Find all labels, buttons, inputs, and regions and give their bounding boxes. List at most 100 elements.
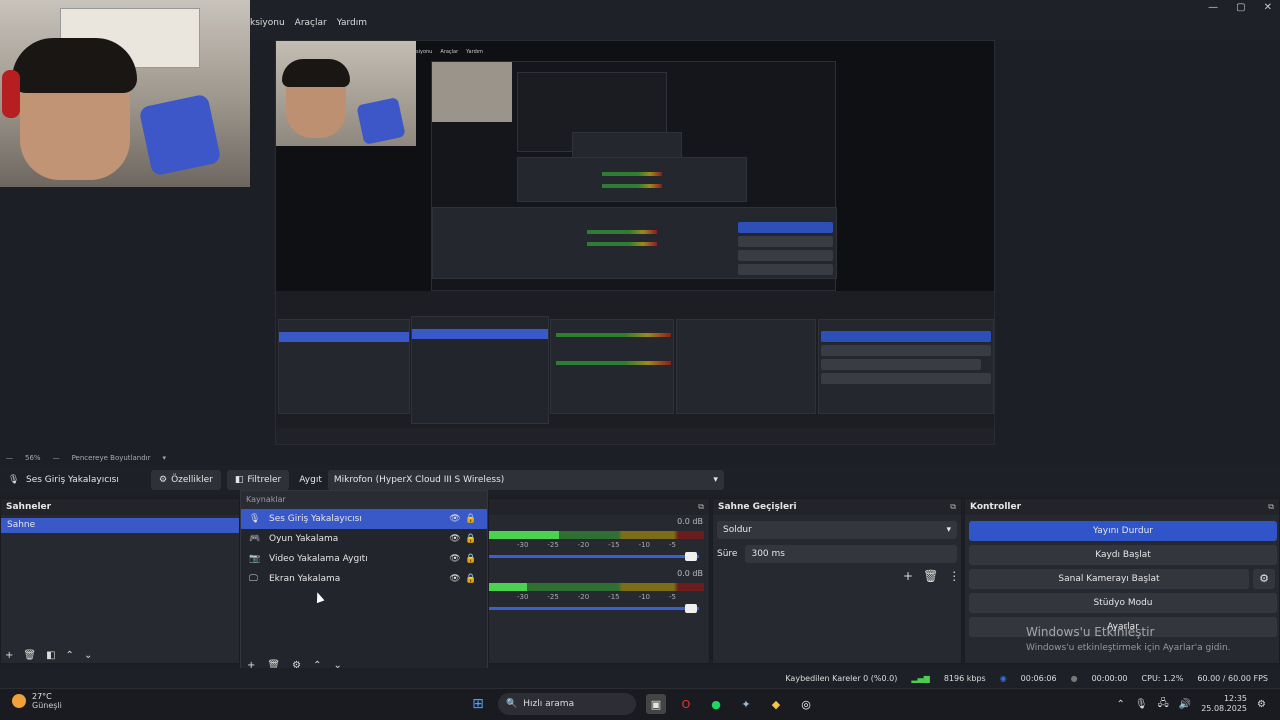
- popout-icon[interactable]: ⧉: [950, 502, 956, 512]
- trash-icon[interactable]: 🗑: [923, 569, 938, 583]
- taskbar-apps: ⊞ 🔍 Hızlı arama ▣ O ● ✦ ◆ ◎: [468, 693, 816, 715]
- more-icon[interactable]: ⋮: [948, 569, 960, 583]
- device-select[interactable]: Mikrofon (HyperX Cloud III S Wireless) ▾: [327, 470, 724, 490]
- preview-zoom-row: — 56% — Pencereye Boyutlandır ▾: [0, 452, 1280, 464]
- scenes-toolbar: + 🗑 ◧ ⌃ ⌄: [5, 650, 92, 661]
- lock-icon[interactable]: 🔒: [463, 554, 479, 564]
- scenes-dock: Sahneler Sahne + 🗑 ◧ ⌃ ⌄: [0, 498, 240, 664]
- windows-start-icon[interactable]: ⊞: [468, 694, 488, 714]
- gamepad-icon: 🎮: [249, 534, 261, 544]
- spotify-icon[interactable]: ●: [706, 694, 726, 714]
- properties-button[interactable]: ⚙ Özellikler: [151, 470, 221, 490]
- duration-label: Süre: [717, 549, 738, 559]
- source-item[interactable]: 🎮 Oyun Yakalama 👁 🔒: [241, 529, 487, 549]
- lock-icon[interactable]: 🔒: [463, 514, 479, 524]
- source-toolbar: 🎙 Ses Giriş Yakalayıcısı ⚙ Özellikler ◧ …: [0, 466, 1280, 494]
- transitions-dock: Sahne Geçişleri ⧉ Soldur ▾ Süre 300 ms +…: [712, 498, 962, 664]
- speaker-icon[interactable]: 🔊: [1179, 699, 1191, 710]
- menu-item-tools[interactable]: Araçlar: [295, 18, 327, 28]
- volume-meter: [489, 583, 704, 591]
- bitrate: 8196 kbps: [943, 673, 986, 683]
- temperature: 27°C: [32, 692, 52, 701]
- studio-mode-button[interactable]: Stüdyo Modu: [969, 593, 1277, 613]
- app-icon[interactable]: ◆: [766, 694, 786, 714]
- source-item[interactable]: 📷 Video Yakalama Aygıtı 👁 🔒: [241, 549, 487, 569]
- zoom-dash: —: [6, 454, 13, 462]
- lock-icon[interactable]: 🔒: [463, 534, 479, 544]
- settings-icon[interactable]: ⚙: [1257, 699, 1266, 710]
- filters-button[interactable]: ◧ Filtreler: [226, 470, 290, 490]
- arrow-up-icon[interactable]: ⌃: [66, 650, 74, 661]
- add-icon[interactable]: +: [903, 569, 913, 583]
- activation-watermark-subtitle: Windows'u etkinleştirmek için Ayarlar'a …: [1026, 643, 1231, 653]
- eye-icon[interactable]: 👁: [447, 534, 463, 544]
- chevron-up-icon[interactable]: ⌃: [1117, 699, 1125, 710]
- inner-taskbar: [276, 428, 994, 444]
- microphone-icon: 🎙: [8, 475, 20, 485]
- volume-slider[interactable]: [489, 552, 699, 561]
- inner-obs-window: [276, 291, 994, 444]
- steam-icon[interactable]: ✦: [736, 694, 756, 714]
- popout-icon[interactable]: ⧉: [1268, 502, 1274, 512]
- controls-dock: Kontroller ⧉ Yayını Durdur Kaydı Başlat …: [964, 498, 1280, 664]
- cpu-usage: CPU: 1.2%: [1141, 673, 1184, 683]
- obs-icon[interactable]: ◎: [796, 694, 816, 714]
- duration-input[interactable]: 300 ms: [745, 545, 957, 563]
- zoom-dash-2: —: [52, 454, 60, 462]
- webcam-overlay: [0, 0, 250, 187]
- start-recording-button[interactable]: Kaydı Başlat: [969, 545, 1277, 565]
- stop-stream-button[interactable]: Yayını Durdur: [969, 521, 1277, 541]
- menu-bar: ksiyonu Araçlar Yardım: [250, 18, 367, 28]
- trash-icon[interactable]: 🗑: [23, 650, 36, 661]
- source-item[interactable]: 🖵 Ekran Yakalama 👁 🔒: [241, 569, 487, 589]
- lock-icon[interactable]: 🔒: [463, 574, 479, 584]
- network-icon[interactable]: 🖧: [1158, 696, 1169, 713]
- preview-canvas[interactable]: siyonu Araçlar Yardım: [275, 40, 995, 445]
- duration-row: Süre 300 ms: [717, 545, 957, 563]
- eye-icon[interactable]: 👁: [447, 554, 463, 564]
- arrow-down-icon[interactable]: ⌄: [84, 650, 92, 661]
- zoom-level[interactable]: 56%: [25, 454, 41, 462]
- sources-dock: Kaynaklar 🎙 Ses Giriş Yakalayıcısı 👁 🔒 🎮…: [240, 490, 488, 676]
- zoom-mode[interactable]: Pencereye Boyutlandır: [72, 454, 151, 462]
- device-label: Aygıt: [299, 475, 322, 485]
- inner-menu: siyonu Araçlar Yardım: [416, 49, 484, 55]
- filter-icon[interactable]: ◧: [46, 650, 55, 661]
- weather-text: Güneşli: [32, 701, 62, 710]
- eye-icon[interactable]: 👁: [447, 514, 463, 524]
- source-item[interactable]: 🎙 Ses Giriş Yakalayıcısı 👁 🔒: [241, 509, 487, 529]
- popout-icon[interactable]: ⧉: [698, 502, 704, 512]
- volume-slider[interactable]: [489, 604, 699, 613]
- transition-toolbar: + 🗑 ⋮: [903, 569, 960, 583]
- weather-widget[interactable]: 27°C Güneşli: [12, 692, 62, 710]
- eye-icon[interactable]: 👁: [447, 574, 463, 584]
- virtual-camera-button[interactable]: Sanal Kamerayı Başlat: [969, 569, 1249, 589]
- selected-source-name: Ses Giriş Yakalayıcısı: [26, 475, 119, 485]
- signal-icon: ▂▄▆: [911, 673, 930, 683]
- chevron-down-icon[interactable]: ▾: [162, 454, 166, 462]
- stream-icon: ◉: [999, 673, 1007, 683]
- add-icon[interactable]: +: [5, 650, 13, 661]
- mixer-db-value: 0.0 dB: [677, 517, 703, 526]
- gear-icon[interactable]: ⚙: [1253, 569, 1275, 589]
- activation-watermark-title: Windows'u Etkinleştir: [1026, 625, 1155, 639]
- stream-time: 00:06:06: [1020, 673, 1057, 683]
- taskbar-search[interactable]: 🔍 Hızlı arama: [498, 693, 636, 715]
- transition-select[interactable]: Soldur ▾: [717, 521, 957, 539]
- clock[interactable]: 12:35 25.08.2025: [1201, 694, 1247, 714]
- menu-item-profile[interactable]: ksiyonu: [250, 18, 285, 28]
- close-button[interactable]: ✕: [1264, 2, 1272, 13]
- gear-icon: ⚙: [159, 475, 168, 485]
- microphone-icon: 🎙: [249, 514, 261, 524]
- microphone-icon[interactable]: 🎙: [1135, 699, 1148, 710]
- task-view-icon[interactable]: ▣: [646, 694, 666, 714]
- maximize-button[interactable]: ▢: [1236, 2, 1245, 13]
- minimize-button[interactable]: —: [1208, 2, 1218, 13]
- chevron-down-icon: ▾: [713, 475, 718, 485]
- meter-ticks: -30 -25 -20 -15 -10 -5: [517, 541, 676, 549]
- scene-item[interactable]: Sahne: [1, 518, 239, 533]
- search-icon: 🔍: [506, 699, 518, 709]
- mixer-channel: 0.0 dB -30 -25 -20 -15 -10 -5: [489, 569, 709, 619]
- opera-icon[interactable]: O: [676, 694, 696, 714]
- menu-item-help[interactable]: Yardım: [337, 18, 367, 28]
